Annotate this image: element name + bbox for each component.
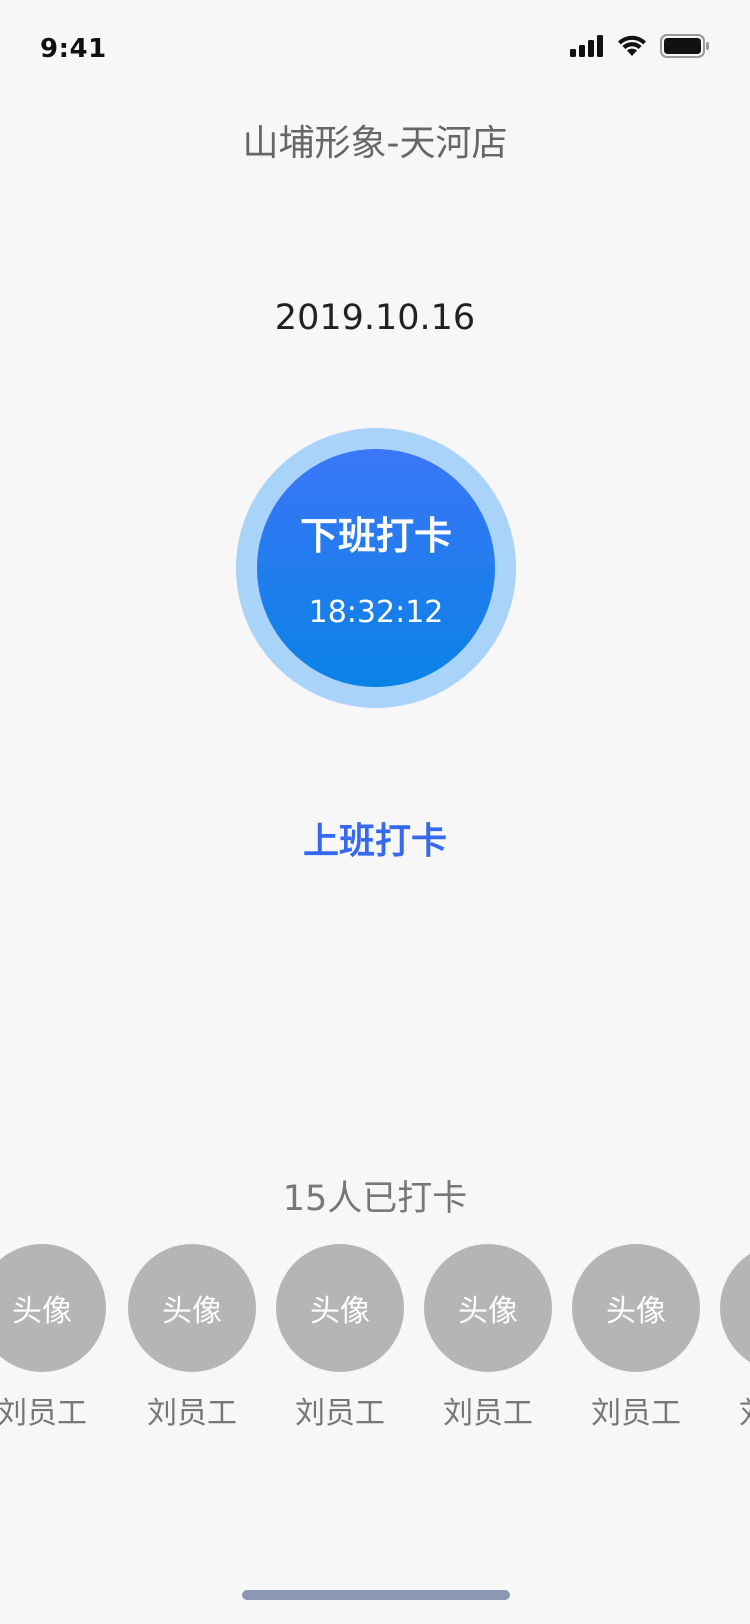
avatar: 头像 [720,1244,750,1372]
avatar: 头像 [276,1244,404,1372]
clock-out-time: 18:32:12 [308,595,444,630]
page-title: 山埔形象-天河店 [242,123,508,164]
avatar: 头像 [0,1244,106,1372]
clock-in-link[interactable]: 上班打卡 [0,812,750,864]
status-bar: 9:41 [0,0,750,96]
employee-item[interactable]: 头像 刘员工 [0,1244,106,1432]
employee-item[interactable]: 头像 刘员工 [720,1244,750,1432]
home-indicator[interactable] [242,1590,510,1600]
employee-item[interactable]: 头像 刘员工 [572,1244,700,1432]
employee-name: 刘员工 [147,1396,237,1431]
avatar: 头像 [572,1244,700,1372]
status-icons [570,34,710,62]
employee-item[interactable]: 头像 刘员工 [276,1244,404,1432]
clock-out-button[interactable]: 下班打卡 18:32:12 [236,428,516,708]
employee-name: 刘员工 [0,1396,87,1431]
signal-icon [570,35,604,61]
employee-item[interactable]: 头像 刘员工 [424,1244,552,1432]
clock-out-button-face[interactable]: 下班打卡 18:32:12 [257,449,495,687]
status-time: 9:41 [40,34,107,64]
clock-out-label: 下班打卡 [299,514,452,558]
checked-in-count: 15人已打卡 [282,1179,468,1219]
employee-avatar-list[interactable]: 头像 刘员工 头像 刘员工 头像 刘员工 头像 刘员工 头像 刘员工 头像 刘员… [0,1244,750,1434]
wifi-icon [616,34,648,62]
current-date: 2019.10.16 [274,298,476,338]
employee-name: 刘员工 [720,1388,750,1432]
avatar: 头像 [128,1244,256,1372]
employee-name: 刘员工 [591,1396,681,1431]
avatar: 头像 [424,1244,552,1372]
employee-name: 刘员工 [295,1396,385,1431]
employee-name: 刘员工 [443,1396,533,1431]
battery-icon [660,34,710,62]
employee-item[interactable]: 头像 刘员工 [128,1244,256,1432]
